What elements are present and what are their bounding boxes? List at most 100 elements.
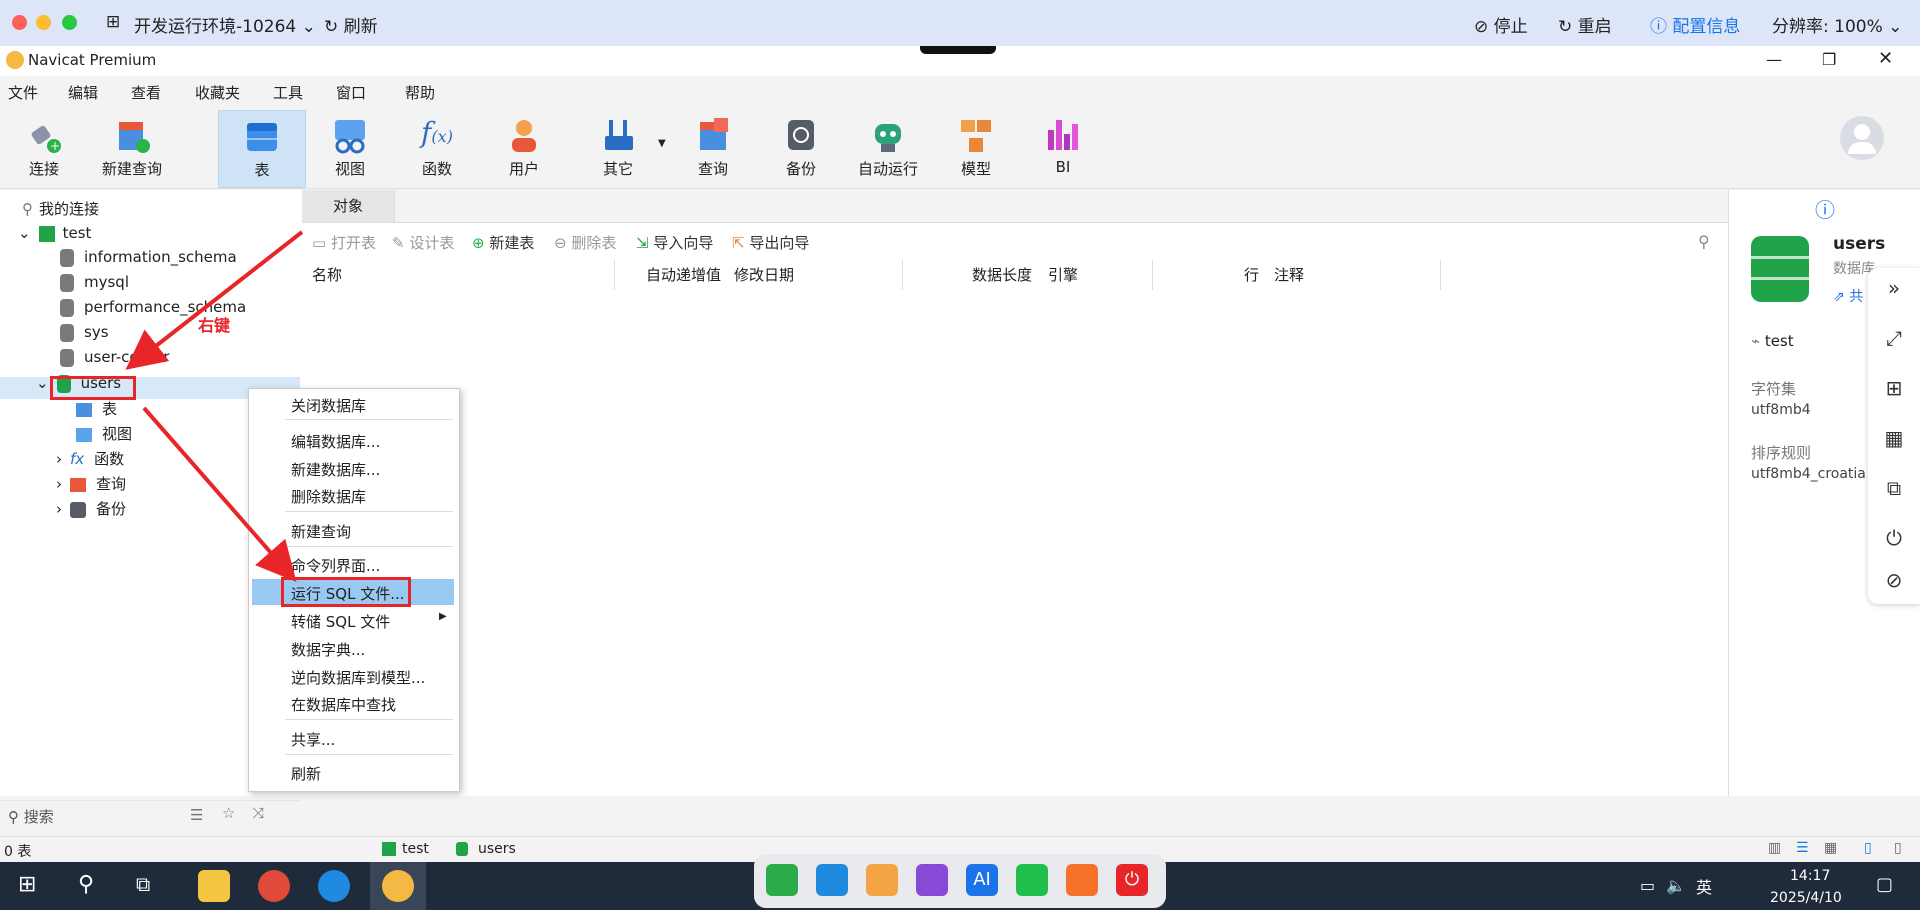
table-button[interactable]: 表 (218, 110, 306, 188)
left-panel-toggle-icon[interactable]: ▯ (1864, 840, 1872, 856)
menu-edit[interactable]: 编辑 (68, 82, 98, 103)
dock-app-chat-icon[interactable] (1016, 864, 1048, 896)
menu-help[interactable]: 帮助 (405, 82, 435, 103)
maximize-dot[interactable] (62, 15, 77, 30)
column-rows[interactable]: 行 (1244, 264, 1259, 285)
new-query-button[interactable]: 新建查询 (92, 110, 172, 186)
chevron-right-icon[interactable]: › (56, 475, 62, 493)
connect-button[interactable]: + 连接 (4, 110, 84, 186)
menu-dump-sql-file[interactable]: 转储 SQL 文件 (291, 611, 390, 632)
menu-close-database[interactable]: 关闭数据库 (291, 395, 366, 416)
layout-icon[interactable]: ▦ (1882, 426, 1906, 450)
search-icon[interactable]: ⚲ (78, 872, 94, 897)
new-table-button[interactable]: ⊕ 新建表 (472, 232, 534, 253)
notification-icon[interactable]: ▢ (1876, 874, 1893, 895)
config-info-button[interactable]: ⓘ 配置信息 (1650, 12, 1740, 37)
import-wizard-button[interactable]: ⇲ 导入向导 (636, 232, 713, 253)
dock-app-power-icon[interactable]: ⏻ (1116, 864, 1148, 896)
close-dot[interactable] (12, 15, 27, 30)
tree-users-views[interactable]: 视图 (76, 423, 132, 447)
column-engine[interactable]: 引擎 (1048, 264, 1078, 285)
menu-favorites[interactable]: 收藏夹 (195, 82, 240, 103)
fullscreen-icon[interactable]: ⤢ (1882, 326, 1906, 350)
task-view-icon[interactable]: ⧉ (136, 872, 150, 896)
design-table-button[interactable]: ✎ 设计表 (392, 232, 454, 253)
resolution-dropdown[interactable]: 分辨率: 100% ⌄ (1772, 12, 1902, 37)
menu-console[interactable]: 命令列界面... (291, 555, 380, 576)
menu-find-in-database[interactable]: 在数据库中查找 (291, 694, 396, 715)
chevron-right-icon[interactable]: › (56, 500, 62, 518)
tree-users-backups[interactable]: › 备份 (56, 498, 126, 522)
expand-chevrons-icon[interactable]: » (1882, 276, 1906, 300)
right-panel-toggle-icon[interactable]: ▯ (1894, 840, 1902, 856)
chrome-icon[interactable] (258, 870, 290, 902)
menu-view[interactable]: 查看 (131, 82, 161, 103)
column-data-length[interactable]: 数据长度 (972, 264, 1032, 285)
dock-app-desktop-icon[interactable] (816, 864, 848, 896)
minimize-dot[interactable] (36, 15, 51, 30)
model-button[interactable]: 模型 (936, 110, 1016, 186)
edge-icon[interactable] (318, 870, 350, 902)
window-restore-button[interactable]: ❐ (1822, 50, 1836, 69)
column-modified-date[interactable]: 修改日期 (734, 264, 794, 285)
tree-users-tables[interactable]: 表 (76, 398, 117, 422)
other-button[interactable]: 其它 (578, 110, 658, 186)
menu-refresh[interactable]: 刷新 (291, 763, 321, 784)
tree-db-information-schema[interactable]: information_schema (60, 248, 237, 272)
menu-share[interactable]: 共享... (291, 729, 335, 750)
network-icon[interactable]: ▭ (1640, 876, 1655, 895)
menu-tools[interactable]: 工具 (273, 82, 303, 103)
menu-file[interactable]: 文件 (8, 82, 38, 103)
dock-app-ai-icon[interactable]: AI (966, 864, 998, 896)
chevron-right-icon[interactable]: › (56, 450, 62, 468)
split-view-icon[interactable]: ⊞ (1882, 376, 1906, 400)
tree-users-functions[interactable]: › fx 函数 (56, 448, 124, 472)
tree-connection-test[interactable]: ⌄ test (18, 224, 91, 248)
avatar[interactable] (1840, 116, 1884, 160)
dock-app-book-icon[interactable] (916, 864, 948, 896)
start-windows-icon[interactable]: ⊞ (18, 872, 36, 897)
search-objects-icon[interactable]: ⚲ (1698, 232, 1710, 251)
menu-data-dictionary[interactable]: 数据字典... (291, 639, 365, 660)
stop-button[interactable]: ⊘ 停止 (1474, 12, 1528, 37)
automation-button[interactable]: 自动运行 (848, 110, 928, 186)
dock-app-settings-icon[interactable] (1066, 864, 1098, 896)
export-wizard-button[interactable]: ⇱ 导出向导 (732, 232, 809, 253)
tree-db-user-center[interactable]: user-center (60, 348, 169, 372)
star-icon[interactable]: ☆ (222, 804, 235, 822)
ime-indicator[interactable]: 英 (1696, 874, 1712, 898)
tree-db-mysql[interactable]: mysql (60, 273, 129, 297)
detail-view-icon[interactable]: ☰ (1796, 840, 1809, 856)
backup-button[interactable]: 备份 (761, 110, 841, 186)
volume-icon[interactable]: 🔈 (1666, 876, 1686, 895)
menu-new-database[interactable]: 新建数据库... (291, 459, 380, 480)
list-view-icon[interactable]: ▥ (1768, 840, 1781, 856)
collapse-icon[interactable]: ⤨ (252, 804, 264, 822)
menu-delete-database[interactable]: 删除数据库 (291, 486, 366, 507)
window-close-button[interactable]: ✕ (1878, 48, 1893, 69)
function-button[interactable]: f(x) 函数 (397, 110, 477, 186)
view-button[interactable]: 视图 (310, 110, 390, 186)
refresh-button[interactable]: ↻ 刷新 (324, 12, 378, 37)
bi-button[interactable]: BI (1023, 110, 1103, 186)
tree-users-queries[interactable]: › 查询 (56, 473, 126, 497)
column-comment[interactable]: 注释 (1274, 264, 1304, 285)
power-icon[interactable]: ⏻ (1882, 526, 1906, 550)
other-dropdown-arrow-icon[interactable]: ▼ (658, 138, 666, 149)
share-link[interactable]: ⇗ 共 (1833, 286, 1863, 306)
copy-icon[interactable]: ⧉ (1882, 476, 1906, 500)
menu-window[interactable]: 窗口 (336, 82, 366, 103)
filter-icon[interactable]: ☰ (190, 806, 203, 824)
grid-view-icon[interactable]: ▦ (1824, 840, 1837, 856)
tree-search-input[interactable]: ⚲ 搜索 (8, 806, 54, 827)
column-auto-increment[interactable]: 自动递增值 (646, 264, 721, 285)
my-connections-header[interactable]: ⚲ 我的连接 (22, 198, 99, 222)
menu-new-query[interactable]: 新建查询 (291, 521, 351, 542)
menu-edit-database[interactable]: 编辑数据库... (291, 431, 380, 452)
hide-eye-icon[interactable]: ⊘ (1882, 568, 1906, 592)
file-explorer-icon[interactable] (198, 870, 230, 902)
delete-table-button[interactable]: ⊖ 删除表 (554, 232, 616, 253)
clock-date[interactable]: 2025/4/10 (1770, 890, 1842, 906)
chevron-down-icon[interactable]: ⌄ (18, 224, 31, 242)
menu-reverse-to-model[interactable]: 逆向数据库到模型... (291, 667, 425, 688)
